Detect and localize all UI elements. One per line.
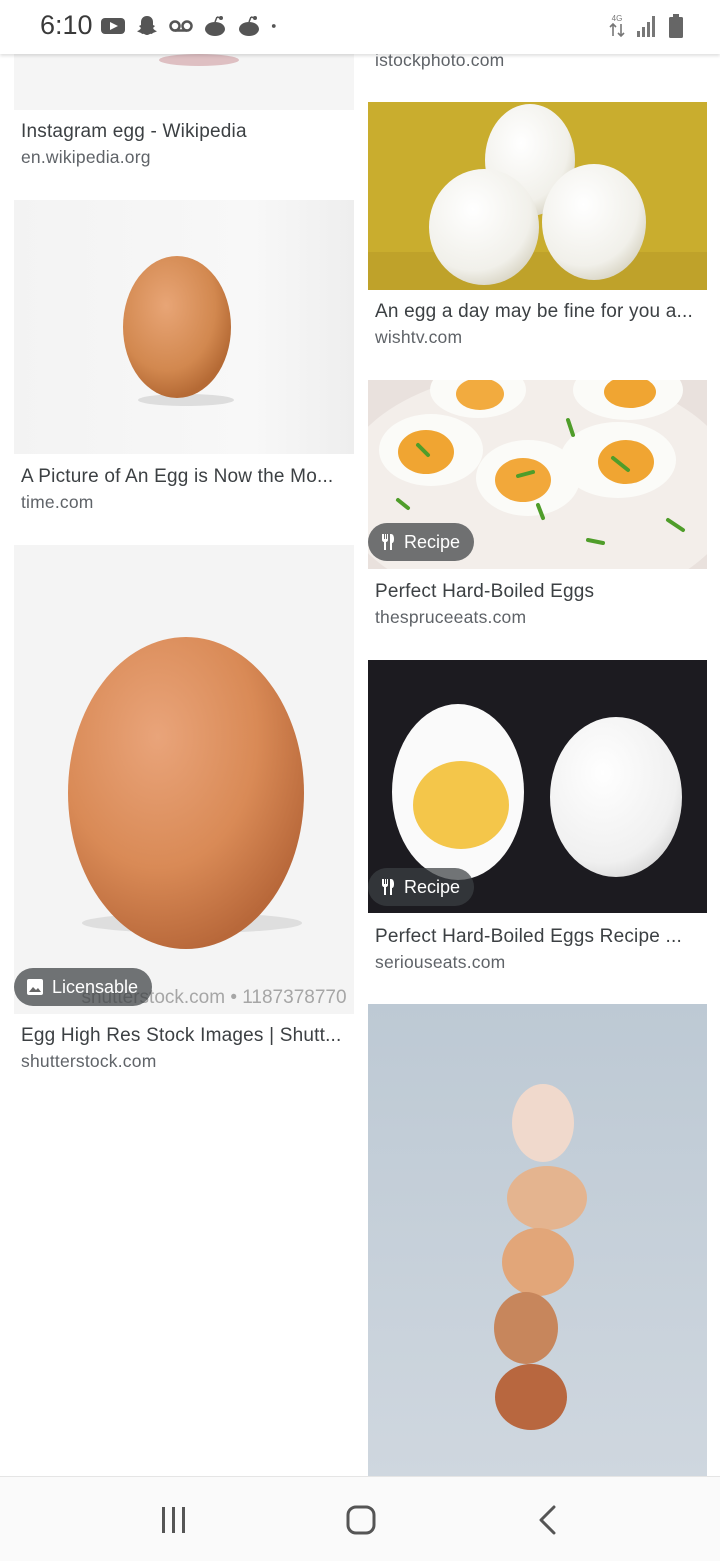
result-image-egg-tower[interactable] [368,1004,707,1476]
utensils-icon [382,879,394,895]
result-title[interactable]: An egg a day may be fine for you a... [375,301,700,323]
badge-label: Recipe [404,876,461,897]
result-title[interactable]: A Picture of An Egg is Now the Mo... [21,466,351,488]
result-title[interactable]: Egg High Res Stock Images | Shutt... [21,1025,351,1047]
dot-icon [271,24,276,28]
result-domain[interactable]: thespruceeats.com [375,607,526,628]
signal-icon [637,16,655,37]
svg-text:4G: 4G [612,14,623,23]
licensable-badge[interactable]: Licensable [14,968,153,1006]
system-icons: 4G [608,12,684,40]
status-time: 6:10 [40,10,93,40]
system-nav-bar [0,1476,720,1561]
status-bar: 6:10 4G [0,0,720,54]
back-icon[interactable] [536,1504,560,1536]
result-image-egg-large[interactable]: shutterstock.com • 1187378770 [14,545,354,1014]
result-domain[interactable]: shutterstock.com [21,1051,156,1072]
result-domain[interactable]: wishtv.com [375,327,462,348]
recipe-badge[interactable]: Recipe [368,868,475,906]
result-image-partial[interactable] [14,54,354,110]
badge-label: Licensable [52,976,139,997]
utensils-icon [382,534,394,550]
battery-icon [669,14,683,38]
badge-label: Recipe [404,531,461,552]
image-icon [27,979,43,995]
data-transfer-icon: 4G [609,14,625,38]
result-image-three-eggs[interactable] [368,102,707,290]
result-title[interactable]: Perfect Hard-Boiled Eggs Recipe ... [375,926,700,948]
recipe-badge[interactable]: Recipe [368,523,475,561]
result-title[interactable]: Instagram egg - Wikipedia [21,121,351,143]
notification-icons [100,13,284,39]
result-image-egg-small[interactable] [14,200,354,454]
youtube-icon [101,18,125,34]
voicemail-icon [169,20,193,32]
home-icon[interactable] [345,1504,377,1536]
result-domain[interactable]: seriouseats.com [375,952,505,973]
result-domain[interactable]: en.wikipedia.org [21,147,151,168]
result-domain[interactable]: time.com [21,492,94,513]
recents-icon[interactable] [158,1505,190,1535]
result-title[interactable]: Perfect Hard-Boiled Eggs [375,581,700,603]
snapchat-icon [137,16,157,35]
reddit-icon [205,16,225,36]
reddit-icon [239,16,259,36]
